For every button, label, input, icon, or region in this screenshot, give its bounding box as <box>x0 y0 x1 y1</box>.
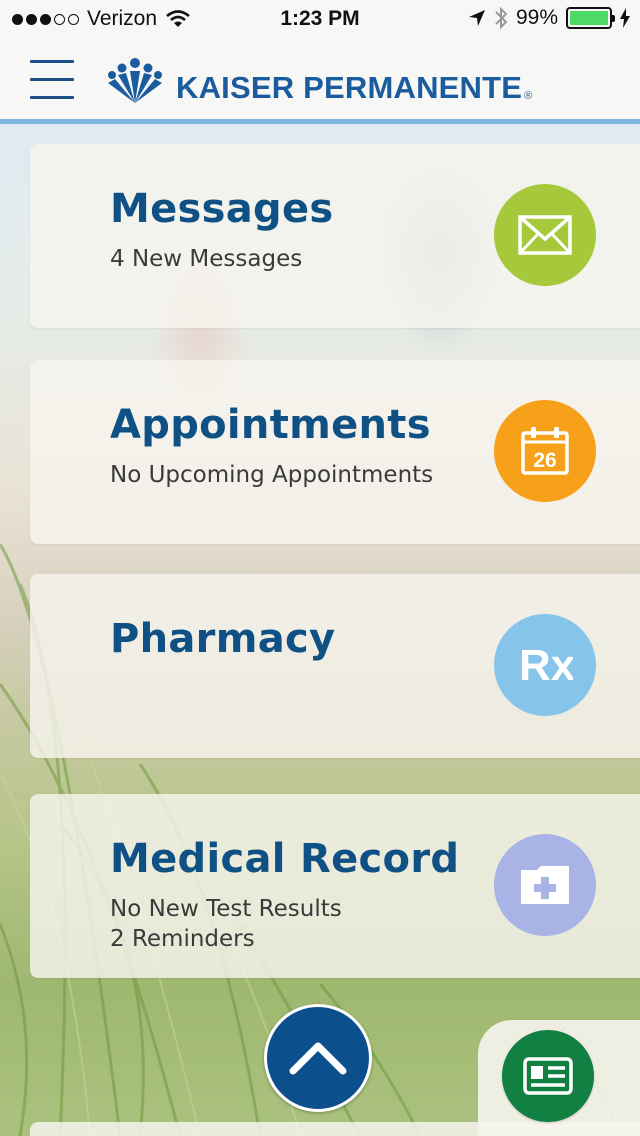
menu-line <box>30 78 74 81</box>
battery-percent: 99% <box>515 6 558 29</box>
card-title: Medical Record <box>110 836 460 882</box>
chevron-up-icon <box>289 1042 347 1075</box>
rx-icon[interactable]: Rx <box>494 614 596 716</box>
menu-line <box>30 96 74 99</box>
calendar-icon[interactable]: 26 <box>494 400 596 502</box>
card-title: Pharmacy <box>110 616 336 662</box>
card-appointments[interactable]: Appointments No Upcoming Appointments 26 <box>30 360 640 544</box>
location-arrow-icon <box>468 10 485 26</box>
id-card-icon <box>523 1057 573 1095</box>
kaiser-logo-icon <box>108 58 162 103</box>
brand-name: KAISER PERMANENTE <box>176 70 523 105</box>
app-header: KAISER PERMANENTE ® <box>0 40 640 124</box>
registered-mark: ® <box>524 90 533 102</box>
status-right: 99% <box>468 6 630 30</box>
card-subtitle-reminders: 2 Reminders <box>110 926 255 952</box>
bluetooth-icon <box>495 6 508 30</box>
charging-icon <box>620 8 630 28</box>
rx-glyph: Rx <box>519 641 573 690</box>
calendar-glyph: 26 <box>521 427 569 475</box>
hamburger-menu-icon[interactable] <box>30 60 74 102</box>
rx-letter: Rx <box>519 641 573 690</box>
envelope-glyph <box>518 215 572 255</box>
medical-folder-icon[interactable] <box>494 834 596 936</box>
calendar-day: 26 <box>533 449 556 472</box>
card-subtitle: 4 New Messages <box>110 246 303 272</box>
card-title: Messages <box>110 186 334 232</box>
brand-logo: KAISER PERMANENTE ® <box>108 56 532 106</box>
battery-level <box>570 11 608 25</box>
card-subtitle: No Upcoming Appointments <box>110 462 434 488</box>
menu-line <box>30 60 74 63</box>
card-messages[interactable]: Messages 4 New Messages <box>30 144 640 328</box>
folder-glyph <box>521 866 569 904</box>
status-bar: Verizon 1:23 PM 99% <box>0 0 640 40</box>
card-title: Appointments <box>110 402 431 448</box>
scroll-up-button[interactable] <box>264 1004 372 1112</box>
card-subtitle-results: No New Test Results <box>110 896 342 922</box>
id-card-button[interactable] <box>502 1030 594 1122</box>
card-pharmacy[interactable]: Pharmacy Rx <box>30 574 640 758</box>
envelope-icon[interactable] <box>494 184 596 286</box>
card-medical-record[interactable]: Medical Record No New Test Results 2 Rem… <box>30 794 640 978</box>
battery-icon <box>566 7 615 29</box>
